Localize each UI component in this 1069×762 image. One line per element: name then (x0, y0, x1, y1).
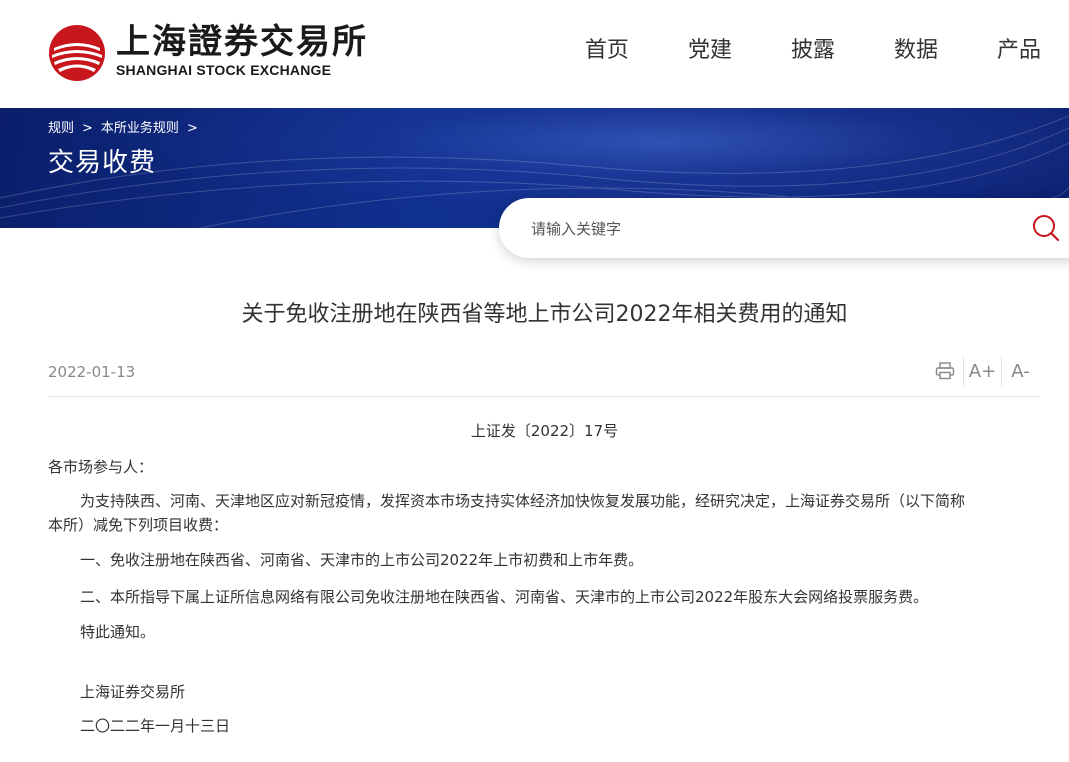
signature: 上海证券交易所 (80, 683, 186, 701)
site-header: 上海證券交易所 SHANGHAI STOCK EXCHANGE 首页 党建 披露… (0, 0, 1069, 108)
search-bar (499, 198, 1069, 258)
breadcrumb-rules[interactable]: 规则 (48, 120, 74, 138)
search-icon[interactable] (1030, 213, 1062, 243)
article-title: 关于免收注册地在陕西省等地上市公司2022年相关费用的通知 (241, 302, 848, 327)
breadcrumb-separator: > (186, 121, 198, 136)
logo-english-name: SHANGHAI STOCK EXCHANGE (116, 62, 332, 78)
document-number: 上证发〔2022〕17号 (470, 422, 619, 440)
font-increase-label: A+ (968, 360, 997, 382)
paragraph-intro: 为支持陕西、河南、天津地区应对新冠疫情，发挥资本市场支持实体经济加快恢复发展功能… (48, 489, 1048, 537)
publish-date: 2022-01-13 (48, 363, 136, 381)
paragraph-intro-line2: 本所）减免下列项目收费： (48, 516, 229, 534)
main-nav: 首页 党建 披露 数据 产品 (526, 36, 1041, 66)
sign-date: 二〇二二年一月十三日 (80, 717, 231, 735)
closing-text: 特此通知。 (80, 623, 156, 641)
salutation: 各市场参与人： (48, 458, 154, 476)
breadcrumb: 规则 > 本所业务规则 > (48, 120, 206, 138)
item-one: 一、免收注册地在陕西省、河南省、天津市的上市公司2022年上市初费和上市年费。 (80, 551, 644, 569)
nav-item-home[interactable]: 首页 (585, 36, 629, 66)
print-button[interactable] (926, 356, 963, 386)
font-decrease-label: A- (1011, 360, 1030, 382)
nav-item-data[interactable]: 数据 (894, 36, 938, 66)
item-two: 二、本所指导下属上证所信息网络有限公司免收注册地在陕西省、河南省、天津市的上市公… (80, 588, 929, 606)
header-divider (48, 396, 1039, 397)
paragraph-intro-line1: 为支持陕西、河南、天津地区应对新冠疫情，发挥资本市场支持实体经济加快恢复发展功能… (80, 492, 966, 510)
nav-item-disclosure[interactable]: 披露 (791, 36, 835, 66)
article-tools: A+ A- (926, 356, 1039, 386)
search-input[interactable] (529, 213, 993, 245)
page-title: 交易收费 (48, 148, 157, 178)
nav-item-products[interactable]: 产品 (997, 36, 1041, 66)
printer-icon (935, 362, 954, 380)
nav-item-party[interactable]: 党建 (688, 36, 732, 66)
breadcrumb-separator: > (82, 121, 93, 136)
font-decrease-button[interactable]: A- (1001, 356, 1039, 386)
font-increase-button[interactable]: A+ (963, 356, 1001, 386)
site-logo[interactable]: 上海證券交易所 SHANGHAI STOCK EXCHANGE (48, 20, 366, 84)
breadcrumb-business-rules[interactable]: 本所业务规则 (101, 120, 179, 138)
page: 上海證券交易所 SHANGHAI STOCK EXCHANGE 首页 党建 披露… (0, 0, 1069, 762)
sse-logo-icon (49, 25, 105, 81)
logo-chinese-name: 上海證券交易所 (116, 22, 368, 62)
